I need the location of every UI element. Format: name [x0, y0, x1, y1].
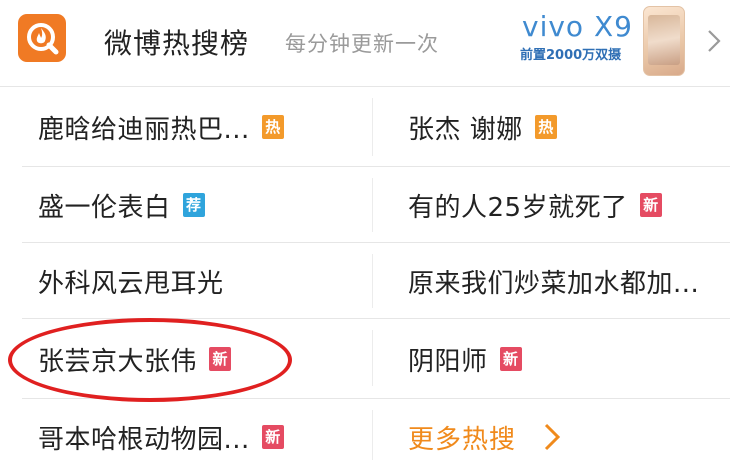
update-frequency-text: 每分钟更新一次 [285, 32, 439, 56]
hot-search-header[interactable]: 微博热搜榜 每分钟更新一次 vivo X9 前置2000万双摄 [0, 0, 730, 84]
new-badge: 新 [639, 193, 662, 217]
chevron-right-icon[interactable] [704, 28, 724, 54]
hot-search-item[interactable]: 哥本哈根动物园... 新 [38, 404, 284, 470]
hot-search-item-label: 鹿晗给迪丽热巴... [38, 114, 250, 145]
weibo-hot-search-icon [18, 14, 66, 62]
hot-search-item[interactable]: 原来我们炒菜加水都加... [408, 248, 699, 314]
divider [0, 86, 730, 87]
ad-phone-image[interactable] [643, 6, 685, 76]
recommend-badge: 荐 [182, 193, 205, 217]
hot-search-item-label: 阴阳师 [408, 346, 488, 377]
hot-search-item[interactable]: 阴阳师 新 [408, 326, 522, 392]
new-badge: 新 [261, 425, 284, 449]
divider [372, 410, 373, 460]
hot-search-item-label: 张杰 谢娜 [408, 114, 523, 145]
more-hot-search-label: 更多热搜 [408, 424, 517, 455]
more-hot-search-link[interactable]: 更多热搜 [408, 404, 562, 470]
divider [372, 98, 373, 156]
hot-search-item[interactable]: 张杰 谢娜 热 [408, 94, 557, 160]
divider [372, 178, 373, 232]
highlight-circle [8, 318, 292, 402]
divider [372, 254, 373, 308]
chevron-right-icon [544, 423, 561, 451]
hot-badge: 热 [534, 115, 557, 139]
divider [22, 166, 730, 167]
page-title: 微博热搜榜 [104, 27, 250, 60]
new-badge: 新 [499, 347, 522, 371]
hot-search-item-label: 有的人25岁就死了 [408, 192, 628, 223]
hot-search-item[interactable]: 有的人25岁就死了 新 [408, 172, 662, 238]
divider [22, 242, 730, 243]
hot-search-item[interactable]: 外科风云甩耳光 [38, 248, 224, 314]
hot-search-item-label: 外科风云甩耳光 [38, 268, 224, 299]
ad-brand-text[interactable]: vivo X9 [522, 10, 633, 43]
ad-slogan-text[interactable]: 前置2000万双摄 [520, 44, 621, 63]
hot-search-item[interactable]: 鹿晗给迪丽热巴... 热 [38, 94, 284, 160]
hot-search-item-label: 哥本哈根动物园... [38, 424, 250, 455]
hot-search-item-label: 盛一伦表白 [38, 192, 171, 223]
divider [372, 330, 373, 386]
hot-search-item-label: 原来我们炒菜加水都加... [408, 268, 700, 299]
hot-badge: 热 [261, 115, 284, 139]
hot-search-item[interactable]: 盛一伦表白 荐 [38, 172, 205, 238]
